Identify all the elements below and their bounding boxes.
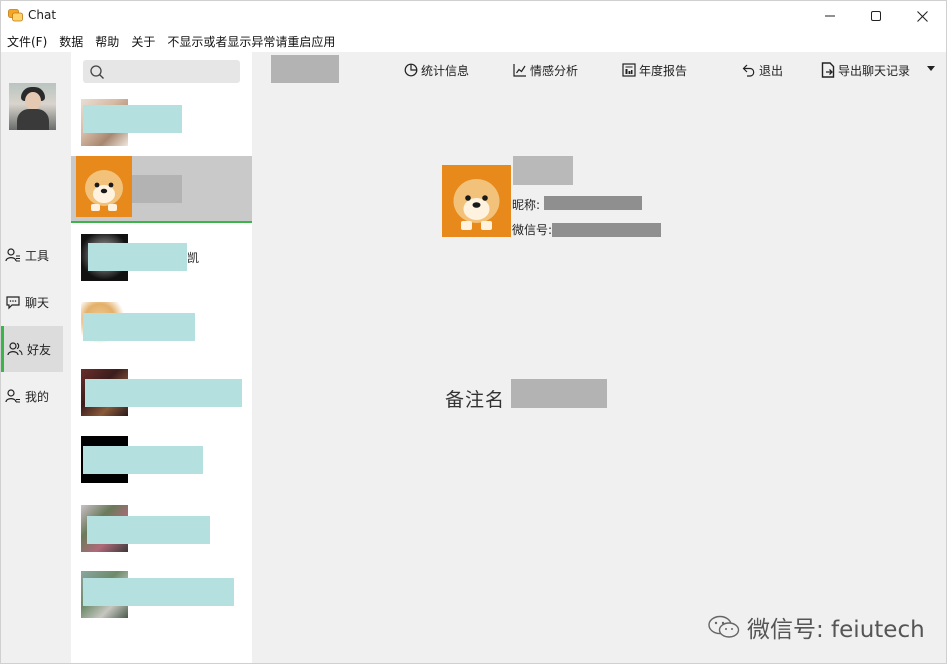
contact-name-mask [132, 175, 182, 203]
contact-name-mask [88, 243, 187, 271]
menu-file[interactable]: 文件(F) [7, 33, 47, 50]
menu-about[interactable]: 关于 [131, 33, 155, 50]
contact-name-mask [83, 313, 195, 341]
maximize-button[interactable] [853, 1, 899, 31]
line-chart-icon [512, 62, 528, 78]
wechat-id-label: 微信号: [512, 223, 553, 237]
search-icon [90, 65, 104, 79]
contact-name-fragment: 凯 [187, 251, 200, 265]
contact-item[interactable] [71, 292, 252, 359]
wechat-logo-icon [708, 615, 740, 638]
contact-name-mask [83, 105, 182, 133]
contact-item[interactable]: 凯 [71, 224, 252, 291]
main-panel: 统计信息 情感分析 年度报告 退出 导出聊天记录 昵称: 微信号: 备注名 微信… [252, 52, 946, 663]
menu-data[interactable]: 数据 [59, 33, 83, 50]
dog-avatar-image [76, 156, 132, 217]
avatar-body [17, 109, 49, 130]
my-avatar[interactable] [9, 83, 56, 130]
undo-arrow-icon [741, 62, 757, 78]
app-chat-icon [8, 9, 23, 22]
chat-window: Chat 文件(F) 数据 帮助 关于 不显示或者显示异常请重启应用 工具 聊天… [0, 0, 947, 664]
contact-name-mask [83, 446, 203, 474]
export-dropdown-caret[interactable] [927, 66, 935, 71]
contact-title-mask [271, 55, 339, 83]
nav-mine-label: 我的 [25, 389, 50, 404]
detail-avatar-dog[interactable] [442, 165, 511, 237]
detail-name-mask [513, 156, 573, 185]
minimize-button[interactable] [807, 1, 853, 31]
left-nav: 工具 聊天 好友 我的 [1, 52, 71, 663]
contact-item[interactable] [71, 495, 252, 562]
nav-friends[interactable]: 好友 [1, 326, 63, 372]
menu-bar: 文件(F) 数据 帮助 关于 不显示或者显示异常请重启应用 [1, 31, 946, 52]
dog-avatar-large [442, 165, 511, 237]
menu-restart-hint[interactable]: 不显示或者显示异常请重启应用 [167, 33, 335, 50]
contact-item[interactable] [71, 89, 252, 156]
title-bar: Chat [1, 1, 946, 31]
contact-item-selected[interactable] [71, 156, 252, 223]
contact-item[interactable] [71, 426, 252, 493]
search-input[interactable] [83, 60, 240, 83]
nav-chat-label: 聊天 [25, 295, 50, 310]
close-button[interactable] [899, 1, 945, 31]
exit-button[interactable]: 退出 [741, 61, 783, 79]
tools-user-icon [5, 247, 21, 263]
contact-item[interactable] [71, 561, 252, 628]
nav-tools-label: 工具 [25, 248, 50, 263]
watermark-text: 微信号: feiutech [747, 617, 925, 643]
export-chat-button[interactable]: 导出聊天记录 [820, 61, 910, 79]
nav-friends-label: 好友 [27, 342, 52, 357]
nav-chat[interactable]: 聊天 [1, 279, 63, 325]
nickname-value-mask [544, 196, 642, 210]
profile-icon [5, 388, 21, 404]
nav-tools[interactable]: 工具 [1, 232, 63, 278]
pie-chart-icon [403, 62, 419, 78]
nickname-label: 昵称: [512, 198, 541, 212]
window-title: Chat [28, 8, 57, 22]
contact-avatar-dog [76, 156, 132, 217]
contact-item[interactable] [71, 359, 252, 426]
export-file-icon [820, 62, 836, 78]
contact-name-mask [83, 578, 234, 606]
avatar-face [25, 92, 41, 110]
stats-button[interactable]: 统计信息 [403, 61, 469, 79]
contact-name-mask [85, 379, 242, 407]
wechat-id-value-mask [552, 223, 661, 237]
emotion-analysis-button[interactable]: 情感分析 [512, 61, 578, 79]
watermark: 微信号: feiutech [707, 610, 925, 644]
menu-help[interactable]: 帮助 [95, 33, 119, 50]
emotion-analysis-label: 情感分析 [530, 63, 579, 78]
report-icon [621, 62, 637, 78]
maximize-icon [871, 11, 881, 21]
annual-report-button[interactable]: 年度报告 [621, 61, 687, 79]
remark-label: 备注名 [445, 389, 506, 411]
minimize-icon [825, 15, 835, 17]
annual-report-label: 年度报告 [639, 63, 688, 78]
friends-icon [7, 341, 23, 357]
contact-list: 凯 [71, 52, 252, 663]
stats-label: 统计信息 [421, 63, 470, 78]
contact-name-mask [87, 516, 210, 544]
chat-bubble-icon [5, 294, 21, 310]
nav-mine[interactable]: 我的 [1, 373, 63, 419]
export-chat-label: 导出聊天记录 [838, 63, 911, 78]
close-icon [916, 10, 928, 22]
remark-value-mask[interactable] [511, 379, 607, 408]
exit-label: 退出 [759, 63, 784, 78]
